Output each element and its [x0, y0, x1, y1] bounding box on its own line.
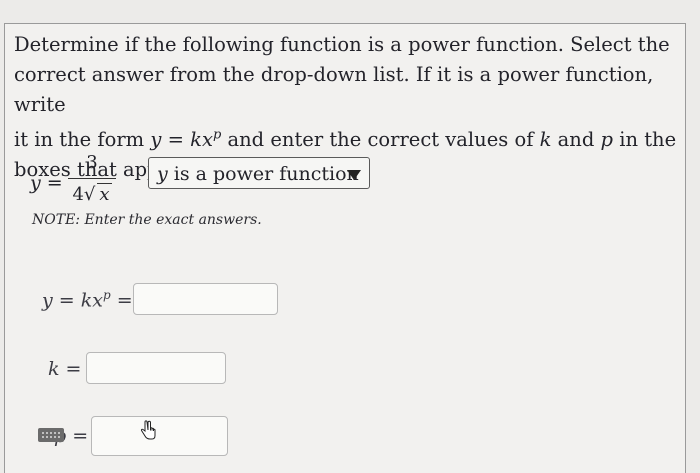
form-label: y = kxp =: [42, 288, 133, 312]
question-line-1: Determine if the following function is a…: [14, 33, 670, 56]
k-answer-input[interactable]: [86, 352, 226, 384]
k-label: k =: [48, 358, 82, 380]
keyboard-icon[interactable]: [38, 428, 64, 442]
question-card: Determine if the following function is a…: [4, 23, 686, 473]
form-answer-input[interactable]: [133, 283, 278, 315]
dropdown-arrow-icon[interactable]: [347, 170, 361, 180]
fraction-bar: [68, 178, 116, 179]
p-answer-input[interactable]: [91, 416, 228, 456]
radical-sign: √: [83, 184, 96, 205]
function-fraction: 3 4√ x: [68, 152, 116, 205]
function-lhs: y =: [30, 172, 63, 194]
hand-pointer-icon: [140, 420, 156, 440]
fraction-numerator: 3: [86, 152, 98, 173]
power-function-dropdown[interactable]: y is a power function: [148, 157, 370, 189]
question-line-3: it in the form y = kxp and enter the cor…: [14, 127, 677, 151]
question-line-2: correct answer from the drop-down list. …: [14, 63, 654, 116]
fraction-denominator: 4√ x: [72, 183, 112, 205]
note-text: NOTE: Enter the exact answers.: [32, 212, 262, 228]
dropdown-selected-value: y is a power function: [157, 163, 359, 185]
